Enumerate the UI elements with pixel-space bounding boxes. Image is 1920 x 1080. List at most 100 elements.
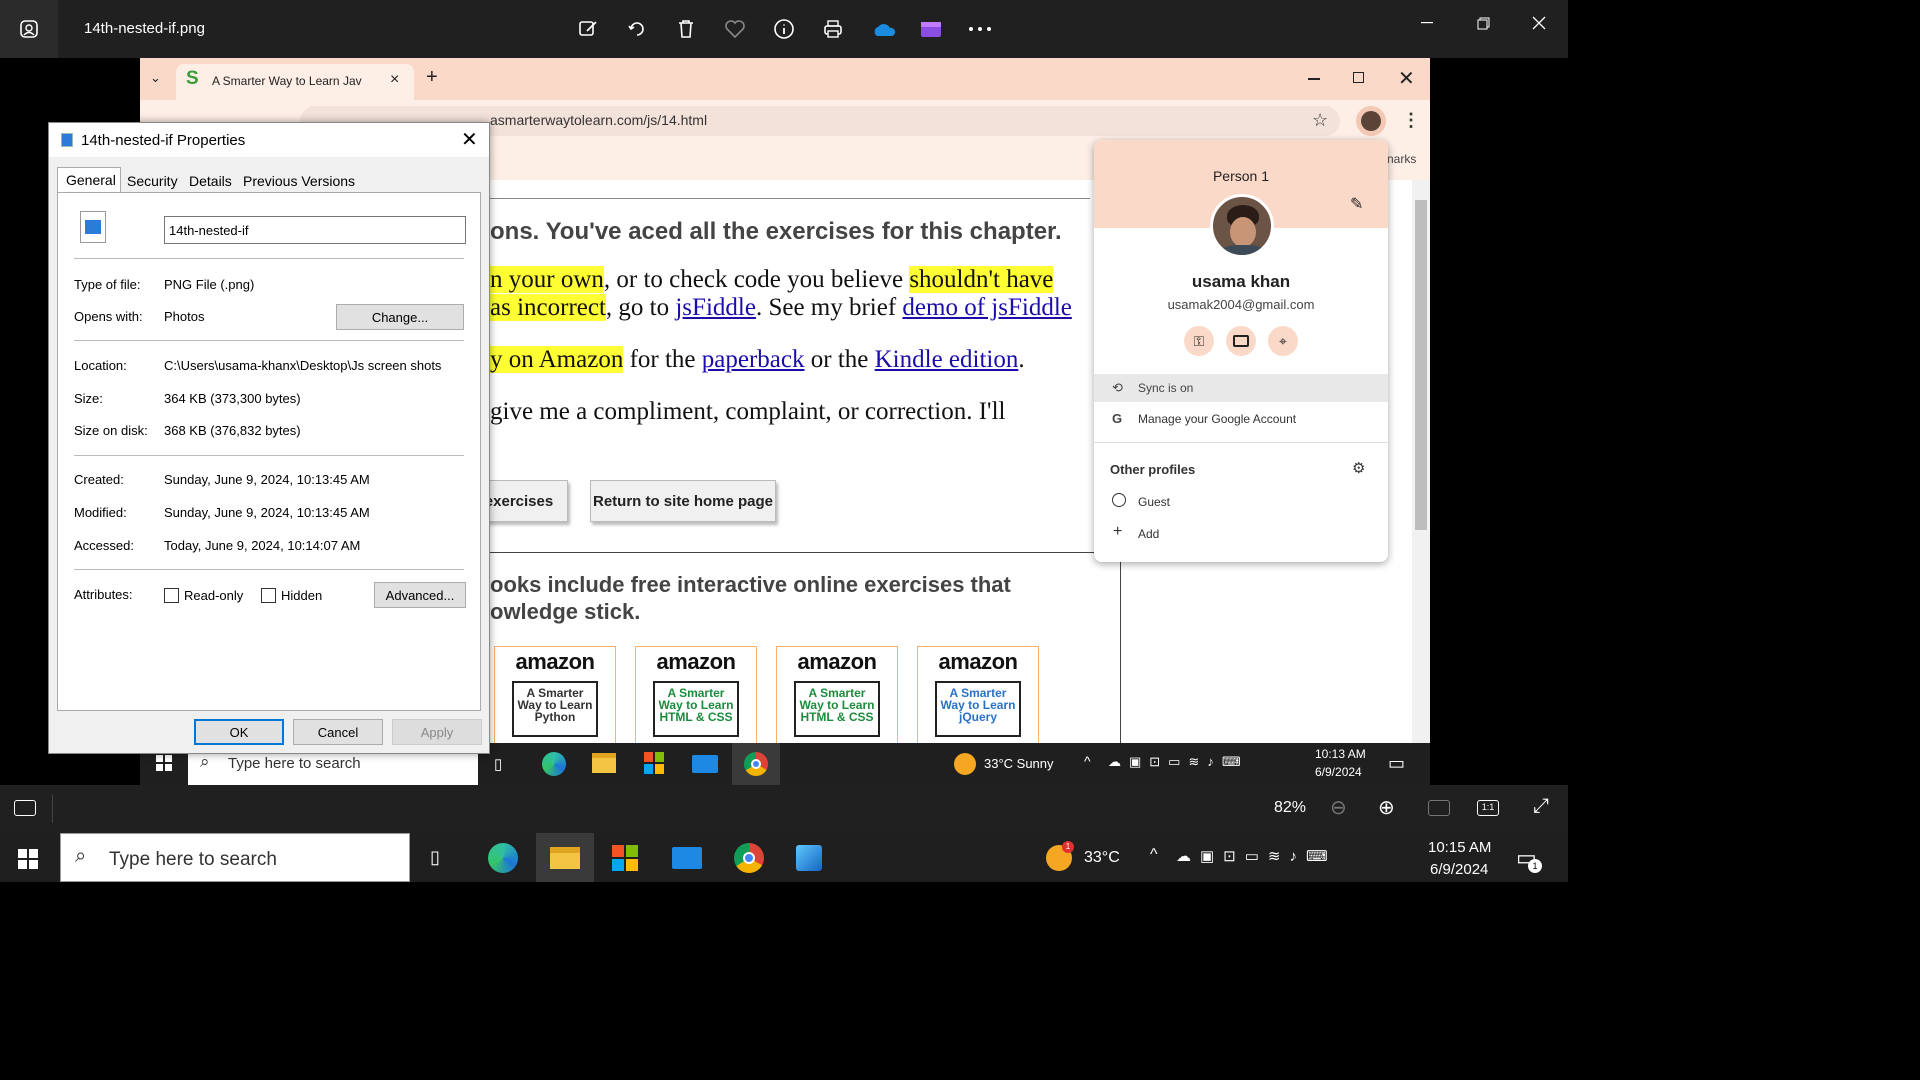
info-icon[interactable]	[772, 17, 796, 41]
browser-minimize-icon[interactable]	[1308, 78, 1320, 80]
weather-text[interactable]: 33°C Sunny	[984, 756, 1054, 771]
clock-time[interactable]: 10:15 AM	[1428, 839, 1491, 856]
task-view-icon[interactable]: ▯	[494, 755, 502, 773]
cancel-button[interactable]: Cancel	[293, 719, 383, 745]
book-jquery[interactable]: amazon A Smarter Way to Learn jQuery	[917, 646, 1039, 746]
chrome-taskbar-button[interactable]	[732, 743, 780, 785]
book-html-css[interactable]: amazon A Smarter Way to Learn HTML & CSS	[635, 646, 757, 746]
tray-chevron-icon[interactable]: ^	[1084, 753, 1091, 769]
store-icon[interactable]	[644, 752, 664, 774]
tab-previous-versions[interactable]: Previous Versions	[239, 171, 359, 191]
change-button[interactable]: Change...	[336, 304, 464, 330]
ok-button[interactable]: OK	[194, 719, 284, 745]
file-name-input[interactable]	[164, 216, 466, 244]
manage-profiles-gear-icon[interactable]: ⚙	[1352, 459, 1365, 477]
clock-date[interactable]: 6/9/2024	[1315, 765, 1362, 779]
mail-icon[interactable]	[672, 847, 702, 869]
home-page-button[interactable]: Return to site home page	[590, 480, 776, 522]
add-profile-row[interactable]: + Add	[1094, 518, 1388, 548]
google-icon: G	[1112, 411, 1123, 426]
browser-close-icon[interactable]: ✕	[1398, 66, 1415, 91]
scrollbar-thumb[interactable]	[1415, 200, 1427, 530]
size-on-disk-label: Size on disk:	[74, 423, 148, 438]
file-explorer-icon[interactable]	[592, 753, 616, 773]
close-icon[interactable]	[1524, 12, 1554, 34]
zoom-in-icon[interactable]: ⊕	[1378, 795, 1395, 820]
store-icon[interactable]	[612, 845, 638, 871]
apply-button[interactable]: Apply	[392, 719, 482, 745]
actual-size-icon[interactable]: 1:1	[1477, 800, 1499, 816]
tray-icons[interactable]: ☁▣⊡▭≋♪⌨	[1108, 754, 1249, 770]
button-label: Return to site home page	[592, 492, 774, 510]
button-label: Advanced...	[385, 587, 455, 603]
readonly-checkbox[interactable]	[164, 588, 179, 603]
start-icon[interactable]	[18, 849, 38, 869]
tab-close-icon[interactable]: ×	[390, 71, 399, 89]
bookmark-star-icon[interactable]: ☆	[1312, 110, 1328, 131]
tab-general[interactable]: General	[57, 167, 121, 193]
minimize-icon[interactable]	[1412, 12, 1442, 34]
tab-details[interactable]: Details	[185, 171, 236, 191]
manage-account-row[interactable]: G Manage your Google Account	[1094, 404, 1388, 434]
payment-card-icon[interactable]	[1226, 326, 1256, 356]
hidden-label: Hidden	[281, 588, 323, 603]
browser-menu-icon[interactable]: ⋮	[1402, 110, 1420, 131]
book-python[interactable]: amazon A Smarter Way to Learn Python	[494, 646, 616, 746]
print-icon[interactable]	[821, 17, 845, 41]
photos-app-icon[interactable]	[0, 0, 58, 58]
browser-tab[interactable]: S A Smarter Way to Learn JavaSc ×	[176, 64, 414, 100]
new-tab-icon[interactable]: +	[426, 66, 438, 89]
kindle-link[interactable]: Kindle edition	[875, 346, 1019, 373]
restore-icon[interactable]	[1468, 12, 1498, 34]
onedrive-icon[interactable]	[870, 17, 898, 41]
clock-time[interactable]: 10:13 AM	[1315, 747, 1366, 761]
guest-profile-row[interactable]: Guest	[1094, 486, 1388, 516]
edge-icon[interactable]	[542, 752, 566, 776]
rotate-icon[interactable]	[625, 17, 649, 41]
hidden-checkbox[interactable]	[261, 588, 276, 603]
profile-avatar-button[interactable]	[1356, 106, 1386, 136]
scrollbar[interactable]	[1412, 180, 1430, 743]
clipchamp-icon[interactable]	[919, 17, 943, 41]
photos-taskbar-icon[interactable]	[796, 845, 822, 871]
weather-icon[interactable]	[954, 753, 976, 775]
notification-icon[interactable]: ▭	[1388, 753, 1405, 774]
heart-icon[interactable]	[723, 17, 747, 41]
start-icon[interactable]	[156, 755, 172, 771]
jsfiddle-demo-link[interactable]: demo of jsFiddle	[902, 294, 1071, 321]
tab-security[interactable]: Security	[123, 171, 182, 191]
book-html-css-2[interactable]: amazon A Smarter Way to Learn HTML & CSS	[776, 646, 898, 746]
manage-account-label: Manage your Google Account	[1138, 412, 1297, 426]
sync-row[interactable]: ⟲ Sync is on	[1094, 374, 1388, 402]
jsfiddle-link[interactable]: jsFiddle	[675, 294, 756, 321]
fit-to-window-icon[interactable]	[1428, 800, 1450, 816]
filmstrip-icon[interactable]	[14, 800, 36, 816]
mail-icon[interactable]	[692, 755, 718, 773]
zoom-out-icon[interactable]: ⊖	[1330, 795, 1347, 820]
all-bookmarks-label[interactable]: narks	[1387, 152, 1416, 166]
taskbar-search-box[interactable]: ⌕ Type here to search	[60, 833, 410, 882]
zoom-level[interactable]: 82%	[1274, 799, 1306, 817]
edit-icon[interactable]	[576, 17, 600, 41]
delete-icon[interactable]	[674, 17, 698, 41]
add-icon: +	[1113, 523, 1123, 540]
tray-chevron-icon[interactable]: ^	[1150, 846, 1158, 864]
more-icon[interactable]	[968, 17, 992, 41]
tray-icons[interactable]: ☁▣⊡▭≋♪⌨	[1176, 847, 1337, 865]
tab-search-icon[interactable]: ⌄	[150, 70, 161, 86]
clock-date[interactable]: 6/9/2024	[1430, 861, 1488, 878]
chrome-icon[interactable]	[734, 843, 764, 873]
fullscreen-icon[interactable]: ⤢	[1533, 795, 1549, 818]
dialog-close-icon[interactable]: ✕	[461, 127, 478, 152]
password-key-icon[interactable]: ⚿	[1184, 326, 1214, 356]
highlight-text: as incorrect	[490, 294, 606, 321]
weather-text[interactable]: 33°C	[1084, 849, 1120, 867]
address-pin-icon[interactable]: ⌖	[1268, 326, 1298, 356]
file-explorer-button[interactable]	[536, 833, 594, 882]
edit-pencil-icon[interactable]: ✎	[1350, 194, 1363, 214]
edge-icon[interactable]	[488, 843, 518, 873]
paperback-link[interactable]: paperback	[702, 346, 805, 373]
task-view-icon[interactable]: ▯	[430, 847, 440, 868]
browser-restore-icon[interactable]	[1353, 72, 1364, 83]
advanced-button[interactable]: Advanced...	[374, 582, 466, 608]
